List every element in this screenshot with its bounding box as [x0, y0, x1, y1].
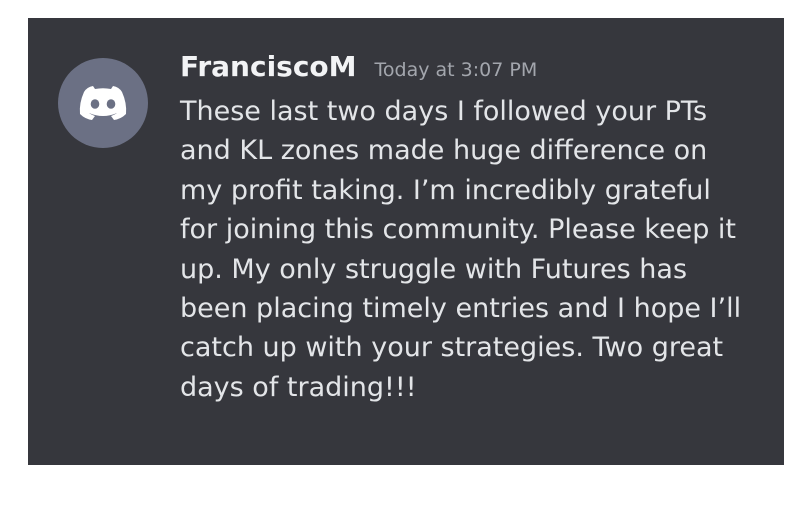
- message-text-line: up. My only struggle with Futures has: [180, 253, 688, 285]
- message-text-line: been placing timely entries and I hope I…: [180, 293, 742, 325]
- message-text-line: days of trading!!!: [180, 371, 417, 403]
- message-timestamp[interactable]: Today at 3:07 PM: [375, 59, 538, 81]
- message-text-line: and KL zones made huge difference on: [180, 135, 708, 167]
- author-name[interactable]: FranciscoM: [180, 50, 357, 83]
- message-body: FranciscoM Today at 3:07 PM These last t…: [180, 50, 776, 407]
- message-text-line: for joining this community. Please keep …: [180, 214, 737, 246]
- message-card: FranciscoM Today at 3:07 PM These last t…: [28, 18, 784, 465]
- message-text-line: These last two days I followed your PTs: [180, 96, 708, 127]
- message-text-line: catch up with your strategies. Two great: [180, 332, 724, 364]
- message-header: FranciscoM Today at 3:07 PM: [180, 50, 776, 92]
- avatar[interactable]: [58, 58, 148, 148]
- message-text-line: my profit taking. I’m incredibly gratefu…: [180, 174, 711, 206]
- discord-icon: [79, 86, 127, 120]
